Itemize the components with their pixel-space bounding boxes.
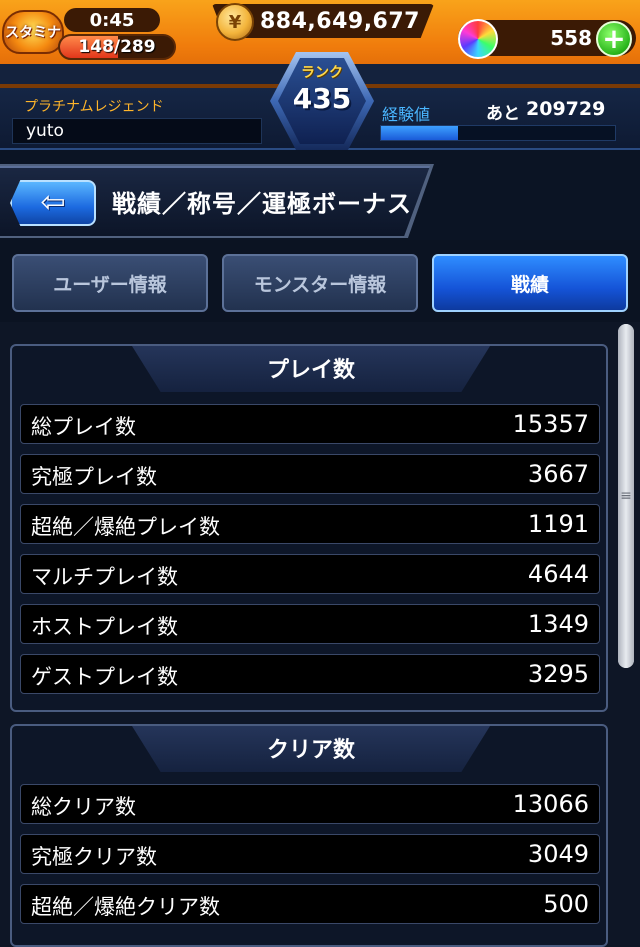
scrollbar-thumb[interactable]: ≡ bbox=[618, 324, 634, 668]
stat-row: 総プレイ数 15357 bbox=[20, 404, 600, 444]
stat-label: ゲストプレイ数 bbox=[31, 665, 178, 689]
stat-value: 1349 bbox=[527, 610, 589, 638]
back-arrow-icon: ⇦ bbox=[40, 185, 66, 220]
stat-value: 3049 bbox=[527, 840, 589, 868]
add-orbs-button[interactable]: + bbox=[596, 21, 632, 57]
stat-label: 超絶／爆絶クリア数 bbox=[31, 895, 220, 919]
rank-label: ランク bbox=[301, 65, 343, 81]
exp-label: 経験値 bbox=[382, 105, 431, 124]
stat-value: 4644 bbox=[527, 560, 589, 588]
tab-monster-info[interactable]: モンスター情報 bbox=[222, 254, 418, 312]
stamina-label: スタミナ bbox=[5, 25, 61, 41]
section-title-play: プレイ数 bbox=[266, 358, 355, 383]
stat-row: 超絶／爆絶クリア数 500 bbox=[20, 884, 600, 924]
stat-row: 超絶／爆絶プレイ数 1191 bbox=[20, 504, 600, 544]
stamina-timer: 0:45 bbox=[64, 8, 160, 32]
player-name: yuto bbox=[26, 121, 64, 141]
stat-row: 究極プレイ数 3667 bbox=[20, 454, 600, 494]
exp-bar bbox=[380, 125, 616, 141]
orb-icon bbox=[458, 19, 498, 59]
stat-row: 究極クリア数 3049 bbox=[20, 834, 600, 874]
stat-label: 総クリア数 bbox=[31, 795, 136, 819]
rank-value: 435 bbox=[292, 82, 352, 115]
stat-label: マルチプレイ数 bbox=[31, 565, 178, 589]
stat-row: マルチプレイ数 4644 bbox=[20, 554, 600, 594]
stat-label: 究極プレイ数 bbox=[31, 465, 157, 489]
stat-value: 13066 bbox=[512, 790, 589, 818]
exp-remaining-label: あと bbox=[486, 104, 520, 124]
stat-label: 総プレイ数 bbox=[31, 415, 136, 439]
stat-value: 3667 bbox=[527, 460, 589, 488]
stat-value: 3295 bbox=[527, 660, 589, 688]
coin-icon: ¥ bbox=[216, 3, 254, 41]
orb-count: 558 bbox=[550, 26, 592, 50]
tab-records[interactable]: 戦績 bbox=[432, 254, 628, 312]
stat-value: 1191 bbox=[527, 510, 589, 538]
coin-count: 884,649,677 bbox=[260, 8, 420, 34]
back-button[interactable]: ⇦ bbox=[10, 180, 96, 226]
play-count-section: プレイ数 総プレイ数 15357 究極プレイ数 3667 超絶／爆絶プレイ数 1… bbox=[10, 344, 608, 712]
clear-count-section: クリア数 総クリア数 13066 究極クリア数 3049 超絶／爆絶クリア数 5… bbox=[10, 724, 608, 947]
stat-label: 究極クリア数 bbox=[31, 845, 157, 869]
page-title: 戦績／称号／運極ボーナス bbox=[112, 190, 412, 218]
stamina-bar: 148/289 bbox=[58, 34, 176, 60]
stamina-count: 148/289 bbox=[78, 37, 156, 57]
tab-user-info[interactable]: ユーザー情報 bbox=[12, 254, 208, 312]
section-title-clear: クリア数 bbox=[266, 738, 355, 763]
stat-label: 超絶／爆絶プレイ数 bbox=[31, 515, 220, 539]
stat-row: ホストプレイ数 1349 bbox=[20, 604, 600, 644]
exp-bar-fill bbox=[381, 126, 459, 140]
stat-value: 15357 bbox=[512, 410, 589, 438]
stat-row: 総クリア数 13066 bbox=[20, 784, 600, 824]
grip-icon: ≡ bbox=[620, 488, 632, 504]
stat-row: ゲストプレイ数 3295 bbox=[20, 654, 600, 694]
exp-remaining-value: 209729 bbox=[526, 98, 606, 120]
player-title: プラチナムレジェンド bbox=[24, 99, 164, 115]
stat-label: ホストプレイ数 bbox=[31, 615, 178, 639]
stamina-icon: スタミナ bbox=[2, 10, 64, 54]
stat-value: 500 bbox=[543, 890, 589, 918]
